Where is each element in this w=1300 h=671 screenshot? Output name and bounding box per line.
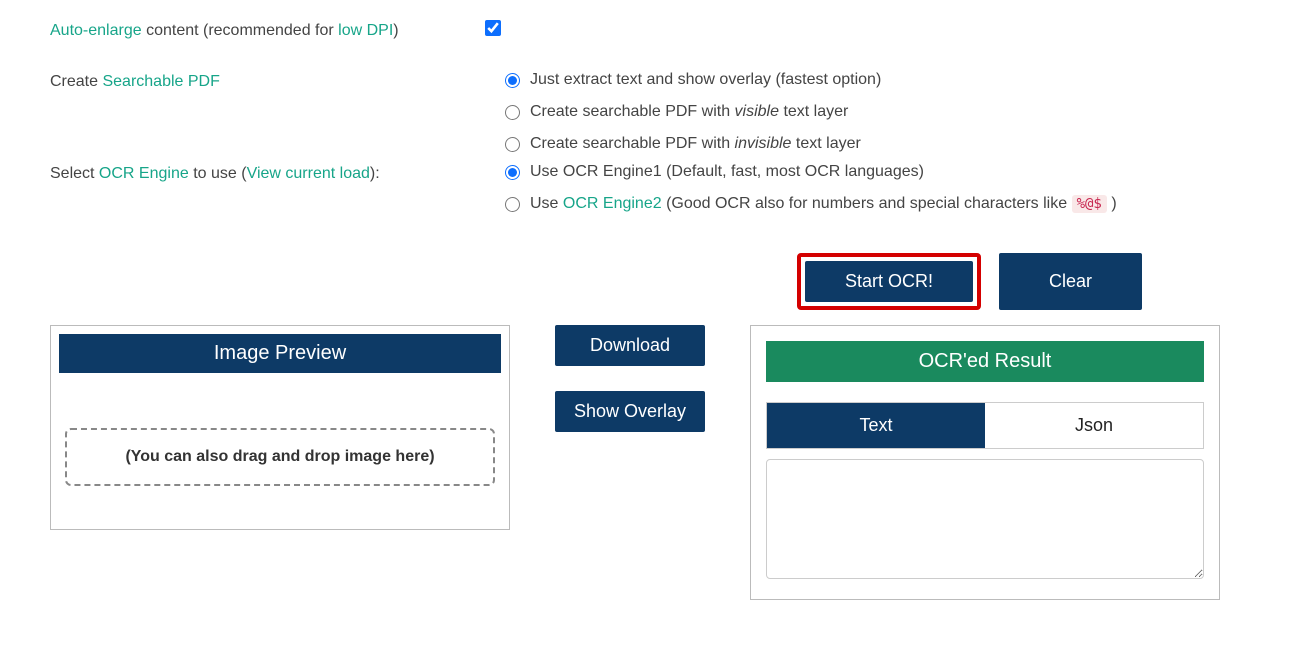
ocr-engine2-link[interactable]: OCR Engine2 — [563, 195, 662, 212]
select-mid: to use ( — [189, 165, 247, 182]
pdf-option-row: Just extract text and show overlay (fast… — [505, 71, 1250, 89]
pdf-option-row: Create searchable PDF with visible text … — [505, 103, 1250, 121]
start-ocr-button[interactable]: Start OCR! — [805, 261, 973, 302]
engine-option-2-label: Use OCR Engine2 (Good OCR also for numbe… — [530, 195, 1117, 213]
engine-option-1-radio[interactable] — [505, 165, 520, 180]
mid-buttons-panel: Download Show Overlay — [555, 325, 705, 432]
result-tabs: Text Json — [766, 402, 1204, 449]
auto-enlarge-checkbox[interactable] — [485, 20, 501, 36]
auto-enlarge-text-end: ) — [393, 22, 398, 39]
download-button[interactable]: Download — [555, 325, 705, 366]
auto-enlarge-text-mid: content (recommended for — [142, 22, 339, 39]
engine-option-row: Use OCR Engine1 (Default, fast, most OCR… — [505, 163, 1250, 181]
start-ocr-highlight: Start OCR! — [797, 253, 981, 310]
auto-enlarge-label: Auto-enlarge content (recommended for lo… — [50, 20, 460, 40]
low-dpi-link[interactable]: low DPI — [338, 22, 393, 39]
image-preview-header: Image Preview — [59, 334, 501, 373]
pdf-option-3-label: Create searchable PDF with invisible tex… — [530, 135, 861, 153]
tab-json[interactable]: Json — [985, 403, 1203, 448]
pdf-option-3-radio[interactable] — [505, 137, 520, 152]
select-text: Select — [50, 165, 99, 182]
pdf-option-2-radio[interactable] — [505, 105, 520, 120]
image-preview-panel: Image Preview (You can also drag and dro… — [50, 325, 510, 530]
ocr-result-header: OCR'ed Result — [766, 341, 1204, 382]
clear-button[interactable]: Clear — [999, 253, 1142, 310]
ocr-engine-row: Select OCR Engine to use (View current l… — [50, 163, 1250, 213]
engine-option-row: Use OCR Engine2 (Good OCR also for numbe… — [505, 195, 1250, 213]
auto-enlarge-row: Auto-enlarge content (recommended for lo… — [50, 20, 1250, 41]
searchable-pdf-label: Create Searchable PDF — [50, 71, 460, 91]
ocr-engine-link[interactable]: OCR Engine — [99, 165, 189, 182]
engine-option-2-radio[interactable] — [505, 197, 520, 212]
result-textarea[interactable] — [766, 459, 1204, 579]
tab-text[interactable]: Text — [767, 403, 985, 448]
ocr-engine-select-label: Select OCR Engine to use (View current l… — [50, 163, 460, 183]
view-load-link[interactable]: View current load — [247, 165, 370, 182]
panels-row: Image Preview (You can also drag and dro… — [50, 325, 1250, 600]
pdf-option-row: Create searchable PDF with invisible tex… — [505, 135, 1250, 153]
pdf-option-2-label: Create searchable PDF with visible text … — [530, 103, 848, 121]
select-end: ): — [370, 165, 380, 182]
image-dropzone[interactable]: (You can also drag and drop image here) — [65, 428, 495, 486]
auto-enlarge-link[interactable]: Auto-enlarge — [50, 22, 142, 39]
pdf-option-1-label: Just extract text and show overlay (fast… — [530, 71, 881, 89]
ocr-result-panel: OCR'ed Result Text Json — [750, 325, 1220, 600]
action-button-row: Start OCR! Clear — [50, 253, 1250, 310]
pdf-option-1-radio[interactable] — [505, 73, 520, 88]
show-overlay-button[interactable]: Show Overlay — [555, 391, 705, 432]
special-chars-chip: %@$ — [1072, 195, 1107, 213]
searchable-pdf-link[interactable]: Searchable PDF — [102, 73, 219, 90]
searchable-pdf-row: Create Searchable PDF Just extract text … — [50, 71, 1250, 153]
engine-option-1-label: Use OCR Engine1 (Default, fast, most OCR… — [530, 163, 924, 181]
create-text: Create — [50, 73, 102, 90]
